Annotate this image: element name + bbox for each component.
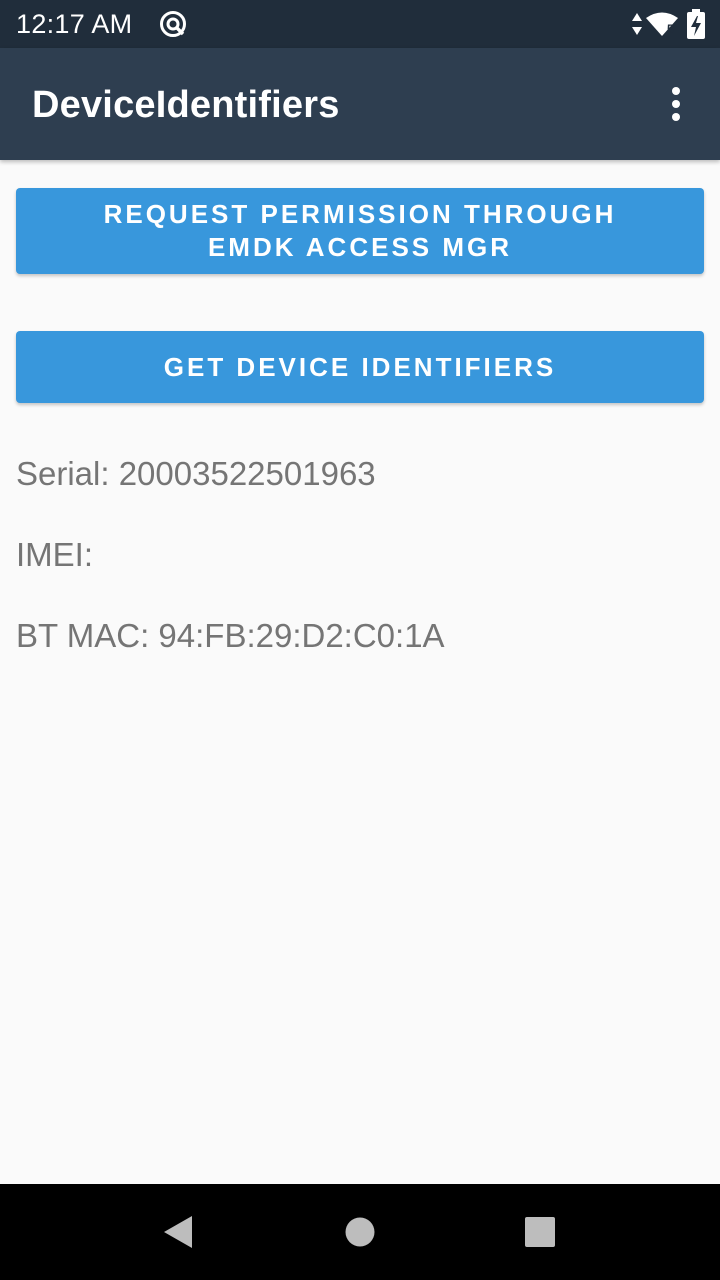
- sync-icon: [160, 11, 186, 37]
- serial-text: Serial: 20003522501963: [16, 455, 376, 492]
- app-bar: DeviceIdentifiers: [0, 48, 720, 160]
- bt-mac-text: BT MAC: 94:FB:29:D2:C0:1A: [16, 617, 445, 654]
- app-title: DeviceIdentifiers: [32, 84, 340, 126]
- wifi-icon: 5: [646, 12, 678, 36]
- status-bar: 12:17 AM 5: [0, 0, 720, 48]
- battery-charging-icon: [687, 9, 705, 39]
- back-icon[interactable]: [162, 1214, 194, 1250]
- get-device-identifiers-button[interactable]: GET DEVICE IDENTIFIERS: [16, 331, 704, 403]
- recents-icon[interactable]: [524, 1216, 556, 1248]
- status-time: 12:17 AM: [16, 9, 133, 39]
- data-arrows-icon: [632, 13, 642, 35]
- svg-text:5: 5: [667, 22, 674, 36]
- more-vert-icon[interactable]: [664, 84, 688, 124]
- home-icon[interactable]: [344, 1216, 376, 1248]
- imei-text: IMEI:: [16, 536, 94, 573]
- request-permission-button[interactable]: REQUEST PERMISSION THROUGH EMDK ACCESS M…: [16, 188, 704, 274]
